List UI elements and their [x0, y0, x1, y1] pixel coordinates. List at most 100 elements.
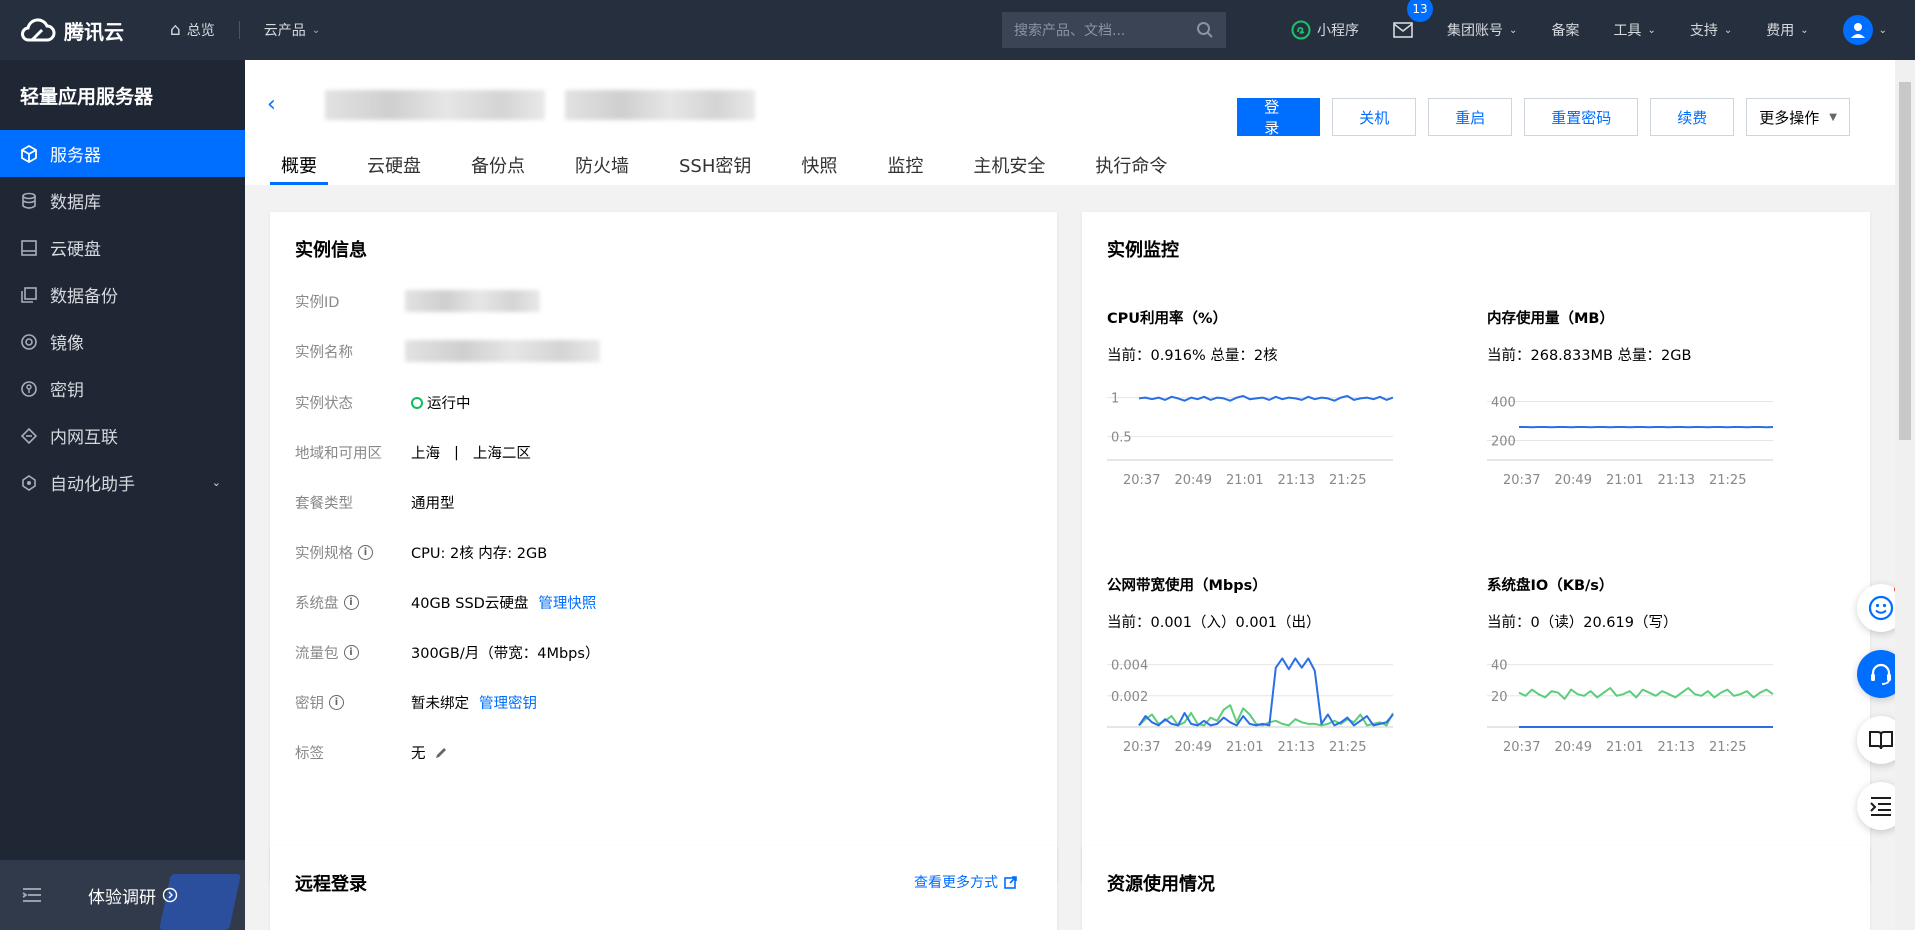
- tab-overview[interactable]: 概要: [270, 148, 328, 185]
- tab-ssh-key[interactable]: SSH密钥: [668, 148, 762, 185]
- nav-home-link[interactable]: 总览: [187, 20, 215, 40]
- info-label: 密钥 i: [295, 692, 411, 713]
- mail-icon: [1393, 22, 1413, 38]
- brand-name: 腾讯云: [64, 19, 124, 44]
- chevron-down-icon[interactable]: ⌄: [212, 476, 221, 489]
- cpu-usage-chart[interactable]: 1 0.5 20:37 20:49 21:01 21:13 21:25: [1107, 377, 1457, 488]
- user-icon: [1850, 23, 1865, 38]
- y-tick-label: 20: [1491, 690, 1508, 705]
- user-menu[interactable]: ⌄: [1842, 15, 1887, 45]
- billing-menu[interactable]: 费用 ⌄: [1766, 20, 1808, 40]
- pencil-edit-icon[interactable]: [434, 746, 448, 760]
- tools-menu[interactable]: 工具 ⌄: [1613, 20, 1655, 40]
- brand-logo[interactable]: 腾讯云: [0, 16, 160, 45]
- key-icon: [21, 380, 37, 397]
- tab-host-security[interactable]: 主机安全: [962, 148, 1056, 185]
- sidebar-item-servers[interactable]: 服务器: [0, 130, 245, 177]
- info-row-key: 密钥 i 暂未绑定 管理密钥: [295, 692, 537, 713]
- bandwidth-usage-chart[interactable]: 0.004 0.002 20:37 20:49 21:01 21:13 21:25: [1107, 644, 1457, 755]
- cloud-logo-icon: [21, 18, 56, 42]
- sidebar-item-intranet[interactable]: 内网互联: [0, 412, 245, 459]
- beian-link[interactable]: 备案: [1551, 20, 1579, 40]
- tab-firewall[interactable]: 防火墙: [564, 148, 640, 185]
- nav-products-menu[interactable]: 云产品: [264, 20, 306, 40]
- y-tick-label: 400: [1491, 396, 1516, 411]
- spec-label-text: 实例规格: [295, 546, 353, 562]
- restart-button[interactable]: 重启: [1428, 98, 1513, 136]
- info-row-traffic: 流量包 i 300GB/月（带宽：4Mbps）: [295, 642, 599, 663]
- y-tick-label: 1: [1111, 392, 1119, 407]
- support-menu[interactable]: 支持 ⌄: [1690, 20, 1732, 40]
- reset-password-button[interactable]: 重置密码: [1524, 98, 1639, 136]
- top-bar: 腾讯云 ⌂ 总览 云产品 ⌄ 搜索产品、文档... 小程序 13 集团账号 ⌄ …: [0, 0, 1915, 60]
- shutdown-button[interactable]: 关机: [1332, 98, 1417, 136]
- mini-program-label: 小程序: [1317, 23, 1360, 39]
- manage-key-link[interactable]: 管理密钥: [479, 692, 537, 713]
- tab-run-command[interactable]: 执行命令: [1084, 148, 1178, 185]
- info-icon[interactable]: i: [358, 545, 373, 560]
- tags-text: 无: [411, 746, 426, 762]
- y-tick-label: 0.5: [1111, 431, 1132, 446]
- x-tick-label: 20:49: [1175, 473, 1212, 488]
- info-icon[interactable]: i: [343, 645, 359, 660]
- headset-icon: [1871, 663, 1891, 685]
- x-tick-label: 21:13: [1658, 740, 1695, 755]
- chevron-down-icon: ⌄: [311, 24, 321, 36]
- series-line: [1138, 704, 1394, 727]
- sidebar-item-backup[interactable]: 数据备份: [0, 271, 245, 318]
- book-icon: [1869, 731, 1893, 750]
- group-account-menu[interactable]: 集团账号 ⌄: [1447, 20, 1517, 40]
- memory-current-value: 当前：268.833MB 总量：2GB: [1487, 348, 1692, 364]
- info-label: 实例状态: [295, 396, 353, 412]
- back-arrow-icon[interactable]: ‹: [267, 92, 276, 117]
- tags-value: 无: [411, 742, 448, 763]
- home-icon: ⌂: [170, 20, 181, 40]
- sidebar-item-image[interactable]: 镜像: [0, 318, 245, 365]
- info-icon[interactable]: i: [329, 695, 344, 710]
- sidebar-item-automation[interactable]: 自动化助手 ⌄: [0, 459, 245, 506]
- tab-monitor[interactable]: 监控: [876, 148, 934, 185]
- traffic-value: 300GB/月（带宽：4Mbps）: [411, 646, 600, 662]
- x-tick-label: 20:49: [1555, 740, 1592, 755]
- login-button[interactable]: 登录: [1237, 98, 1321, 137]
- sidebar-item-label: 云硬盘: [50, 240, 101, 260]
- sidebar-title: 轻量应用服务器: [20, 85, 154, 108]
- info-row-status: 实例状态 运行中: [295, 392, 471, 413]
- sidebar-footer: 体验调研: [0, 860, 245, 930]
- more-login-methods-link[interactable]: 查看更多方式: [914, 872, 1017, 892]
- backup-icon: [21, 286, 37, 303]
- x-tick-label: 20:37: [1123, 473, 1160, 488]
- info-row-id: 实例ID: [295, 290, 540, 312]
- region-text: 上海: [411, 446, 440, 462]
- instance-info-title: 实例信息: [295, 240, 367, 261]
- info-label: 系统盘 i: [295, 592, 411, 613]
- tab-backup[interactable]: 备份点: [460, 148, 536, 185]
- renew-button[interactable]: 续费: [1650, 98, 1735, 136]
- x-tick-label: 20:49: [1555, 473, 1592, 488]
- search-icon[interactable]: [1196, 21, 1214, 39]
- x-tick-label: 21:13: [1278, 473, 1315, 488]
- more-actions-dropdown[interactable]: 更多操作 ▼: [1746, 98, 1850, 136]
- collapse-menu-icon[interactable]: [22, 887, 42, 903]
- scrollbar-thumb[interactable]: [1899, 82, 1911, 440]
- series-line: [1138, 395, 1394, 402]
- memory-usage-chart[interactable]: 400 200 20:37 20:49 21:01 21:13 21:25: [1487, 377, 1837, 488]
- survey-link[interactable]: 体验调研: [88, 883, 178, 908]
- search-input[interactable]: 搜索产品、文档...: [1002, 12, 1226, 48]
- vertical-scrollbar[interactable]: [1895, 60, 1915, 930]
- mail-button[interactable]: 13: [1393, 0, 1434, 38]
- sidebar-item-database[interactable]: 数据库: [0, 177, 245, 224]
- billing-label: 费用: [1766, 23, 1795, 39]
- sidebar-item-label: 内网互联: [50, 428, 118, 448]
- y-tick-label: 0.004: [1111, 659, 1148, 674]
- memory-chart-title: 内存使用量（MB）: [1487, 311, 1614, 327]
- manage-snapshot-link[interactable]: 管理快照: [538, 592, 596, 613]
- tab-cloud-disk[interactable]: 云硬盘: [356, 148, 432, 185]
- sidebar-item-key[interactable]: 密钥: [0, 365, 245, 412]
- disk-io-chart[interactable]: 40 20 20:37 20:49 21:01 21:13 21:25: [1487, 644, 1837, 755]
- tab-snapshot[interactable]: 快照: [790, 148, 848, 185]
- info-icon[interactable]: i: [343, 595, 359, 610]
- y-tick-label: 0.002: [1111, 690, 1148, 705]
- mini-program-link[interactable]: 小程序: [1291, 20, 1359, 40]
- sidebar-item-cloud-disk[interactable]: 云硬盘: [0, 224, 245, 271]
